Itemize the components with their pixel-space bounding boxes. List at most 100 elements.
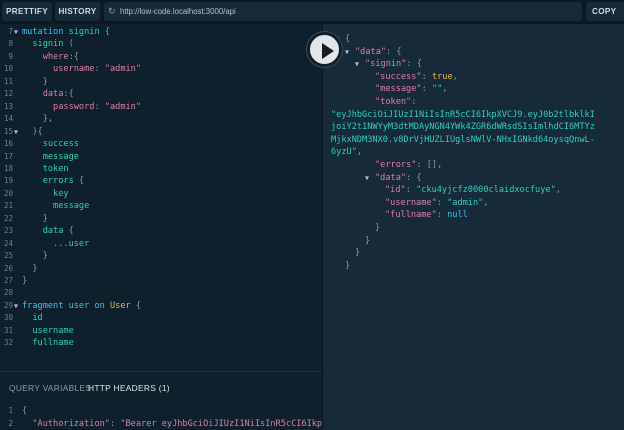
line-number: 17: [3, 151, 13, 161]
editor-line: 11 }: [0, 76, 323, 88]
history-button[interactable]: HISTORY: [55, 2, 100, 21]
code-token: }: [365, 235, 371, 246]
code-token: token: [42, 163, 69, 174]
caret-down-icon[interactable]: ▼: [14, 126, 18, 138]
code-token: on: [89, 300, 110, 311]
line-number: 14: [3, 114, 13, 124]
code-token: :: [405, 185, 417, 196]
line-number: 30: [3, 313, 13, 323]
code-token: "fullname": [385, 210, 437, 221]
caret-down-icon[interactable]: ▼: [365, 172, 369, 184]
code-token: joiY2t1NWYyM3dtMDAyNGN4YWk4ZGR6dWRsdSIsI…: [331, 122, 595, 133]
code-token: ,: [442, 84, 448, 95]
code-token: }: [375, 223, 381, 233]
caret-down-icon[interactable]: ▼: [14, 26, 18, 38]
line-code: mutation signin {: [22, 26, 110, 38]
code-token: "data": [375, 172, 407, 183]
code-token: : {: [406, 59, 422, 70]
code-token: user: [68, 300, 90, 311]
result-line: }: [375, 222, 380, 234]
line-number: 25: [3, 251, 13, 261]
code-token: ,: [452, 71, 458, 82]
editor-line: 16 success: [0, 138, 323, 150]
code-token: {: [22, 406, 28, 416]
editor-line: 14 },: [0, 113, 323, 125]
line-code: }: [22, 76, 48, 88]
code-token: }: [345, 260, 351, 271]
endpoint-url-input[interactable]: ↻ http://low-code.localhost:3000/api: [104, 2, 582, 21]
code-token: 6yzU": [331, 147, 357, 158]
line-code: }: [22, 213, 48, 225]
code-token: "success": [375, 71, 422, 82]
result-line: ▼{: [335, 33, 350, 45]
code-token: }: [22, 213, 48, 224]
result-line: "fullname": null: [385, 209, 468, 221]
editor-line: 25 }: [0, 250, 323, 262]
code-token: }: [22, 276, 28, 286]
caret-down-icon[interactable]: ▼: [14, 300, 18, 312]
code-token: ){: [22, 126, 43, 137]
result-line: }: [345, 260, 350, 272]
line-code: where:{: [22, 51, 79, 63]
result-pane: ▼{▼"data": {▼"signin": {"success": true,…: [323, 24, 624, 430]
run-query-button[interactable]: [307, 32, 342, 67]
code-token: :: [94, 64, 105, 75]
result-line: MjkxNDM3NX0.v8DrVjHUZLIUglsNWlV-NHxIGNkd…: [331, 134, 595, 146]
code-token: ,: [356, 147, 363, 158]
line-number: 16: [3, 139, 13, 149]
editor-line: 23 data {: [0, 225, 323, 237]
line-number: 20: [3, 188, 13, 198]
http-headers-editor[interactable]: 1{2 "Authorization": "Bearer eyJhbGciOiJ…: [0, 381, 323, 429]
reload-icon[interactable]: ↻: [108, 2, 116, 21]
code-token: "admin": [104, 101, 142, 112]
caret-down-icon[interactable]: ▼: [345, 46, 349, 58]
result-line: "id": "cku4yjcfz0000claidxocfuye",: [385, 184, 561, 196]
code-token: "signin": [365, 59, 407, 70]
code-token: :: [436, 210, 448, 221]
line-code: errors {: [22, 175, 84, 187]
code-token: : {: [386, 46, 402, 57]
line-number: 21: [3, 201, 13, 211]
result-viewer: ▼{▼"data": {▼"signin": {"success": true,…: [323, 24, 624, 284]
line-number: 23: [3, 226, 13, 236]
prettify-button[interactable]: PRETTIFY: [2, 2, 52, 21]
editor-line: 8 signin (: [0, 38, 323, 50]
code-token: }: [22, 263, 38, 274]
editor-line: 21 message: [0, 200, 323, 212]
code-token: "cku4yjcfz0000claidxocfuye": [416, 185, 556, 196]
line-code: signin (: [22, 38, 73, 50]
code-token: password: [53, 101, 95, 112]
code-token: username: [32, 325, 74, 336]
code-token: data: [42, 226, 64, 237]
code-token: "admin": [447, 197, 484, 208]
copy-curl-button[interactable]: COPY CU: [586, 2, 624, 35]
code-token: :: [411, 97, 417, 107]
code-token: signin: [68, 27, 100, 37]
query-editor[interactable]: 7 ▼ mutation signin {8 signin (9 where:{10…: [0, 24, 323, 348]
caret-down-icon[interactable]: ▼: [355, 58, 359, 70]
line-number: 27: [3, 276, 13, 285]
code-token: :: [436, 197, 448, 208]
line-code: fragment user on User {: [22, 300, 141, 312]
code-token: :: [109, 418, 121, 429]
result-line: ▼ "data": {: [365, 172, 422, 184]
line-number: 15: [3, 126, 13, 136]
line-number: 28: [3, 288, 13, 298]
code-token: ,: [555, 185, 561, 196]
line-number: 11: [3, 76, 13, 86]
code-token: },: [22, 114, 54, 125]
result-line: "message": "",: [375, 83, 447, 95]
code-token: where: [42, 51, 69, 62]
result-line: "success": true,: [375, 71, 458, 83]
editor-line: 13 password: "admin": [0, 101, 323, 113]
